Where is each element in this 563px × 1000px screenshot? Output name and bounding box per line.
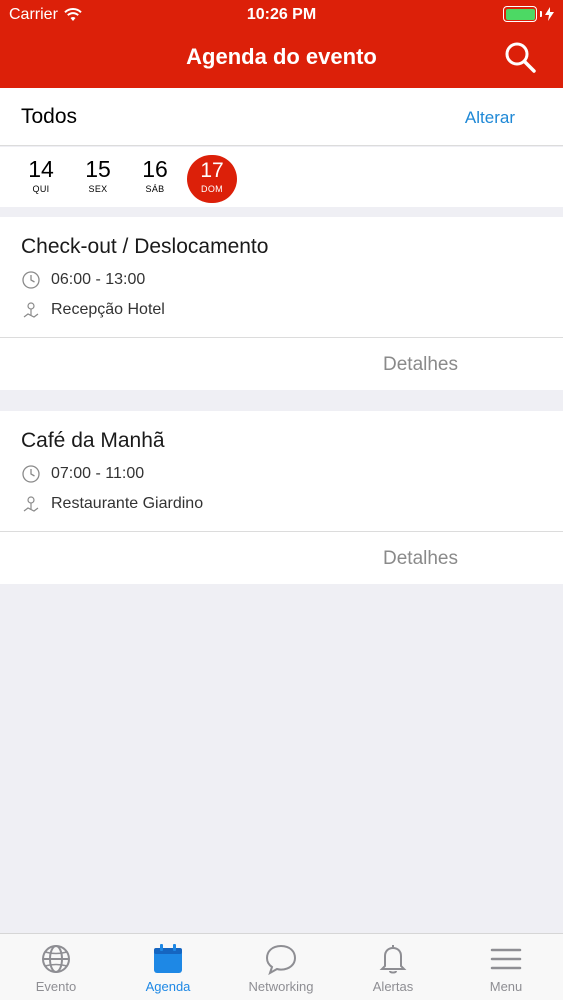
bell-icon	[379, 945, 407, 974]
tab-evento[interactable]: Evento	[0, 934, 112, 1000]
event-location-row: Recepção Hotel	[21, 300, 165, 320]
event-time: 06:00 - 13:00	[51, 271, 146, 288]
location-map-icon	[23, 302, 39, 318]
divider	[0, 337, 563, 338]
clock-icon	[22, 465, 40, 483]
filter-label: Todos	[21, 105, 78, 128]
location-map-icon	[23, 496, 39, 512]
calendar-icon	[154, 944, 182, 973]
event-time-row: 06:00 - 13:00	[21, 270, 145, 290]
date-item-15[interactable]: 15 SEX	[73, 155, 123, 194]
page-title: Agenda do evento	[186, 44, 377, 69]
tab-label: Networking	[248, 979, 314, 994]
date-weekday: QUI	[32, 184, 50, 194]
date-day: 14	[28, 156, 54, 182]
date-item-16[interactable]: 16 SÁB	[130, 155, 180, 194]
date-selector: 14 QUI 15 SEX 16 SÁB 17 DOM	[0, 147, 563, 207]
charging-bolt-icon	[545, 7, 554, 21]
hamburger-menu-icon	[490, 948, 522, 970]
event-location-row: Restaurante Giardino	[21, 494, 203, 514]
clock-icon	[22, 271, 40, 289]
date-weekday: SÁB	[145, 184, 165, 194]
tab-label: Menu	[489, 979, 523, 994]
event-time: 07:00 - 11:00	[51, 465, 145, 482]
event-location: Recepção Hotel	[51, 301, 165, 318]
tab-menu[interactable]: Menu	[450, 934, 562, 1000]
change-filter-button[interactable]: Alterar	[465, 108, 515, 128]
date-item-17-selected[interactable]: 17 DOM	[187, 155, 237, 203]
battery-icon	[503, 6, 537, 22]
details-button[interactable]: Detalhes	[383, 548, 458, 570]
event-location: Restaurante Giardino	[51, 495, 204, 512]
date-day: 16	[142, 156, 168, 182]
event-title: Check-out / Deslocamento	[21, 235, 269, 258]
tab-agenda[interactable]: Agenda	[112, 934, 224, 1000]
tab-label: Agenda	[145, 979, 191, 994]
event-card[interactable]: Café da Manhã 07:00 - 11:00 Restaurante …	[0, 411, 563, 584]
date-weekday: DOM	[201, 184, 223, 194]
battery-indicator	[503, 6, 554, 22]
globe-icon	[42, 945, 70, 973]
chat-bubble-icon	[265, 944, 297, 976]
search-icon[interactable]	[503, 40, 537, 74]
event-time-row: 07:00 - 11:00	[21, 464, 144, 484]
status-time: 10:26 PM	[246, 6, 317, 23]
tab-alertas[interactable]: Alertas	[337, 934, 449, 1000]
divider	[0, 531, 563, 532]
event-title: Café da Manhã	[21, 429, 165, 452]
filter-bar: Todos Alterar	[0, 88, 563, 146]
tab-label: Evento	[35, 979, 77, 994]
date-weekday: SEX	[88, 184, 108, 194]
date-item-14[interactable]: 14 QUI	[16, 155, 66, 194]
date-day: 15	[85, 156, 111, 182]
tab-label: Alertas	[372, 979, 414, 994]
event-card[interactable]: Check-out / Deslocamento 06:00 - 13:00 R…	[0, 217, 563, 390]
tab-bar: Evento Agenda Networking Alertas Menu	[0, 933, 563, 1000]
details-button[interactable]: Detalhes	[383, 354, 458, 376]
status-bar: Carrier 10:26 PM	[0, 0, 563, 30]
tab-networking[interactable]: Networking	[225, 934, 337, 1000]
app-header: Carrier 10:26 PM Agenda do evento	[0, 0, 563, 88]
date-day: 17	[200, 159, 224, 182]
